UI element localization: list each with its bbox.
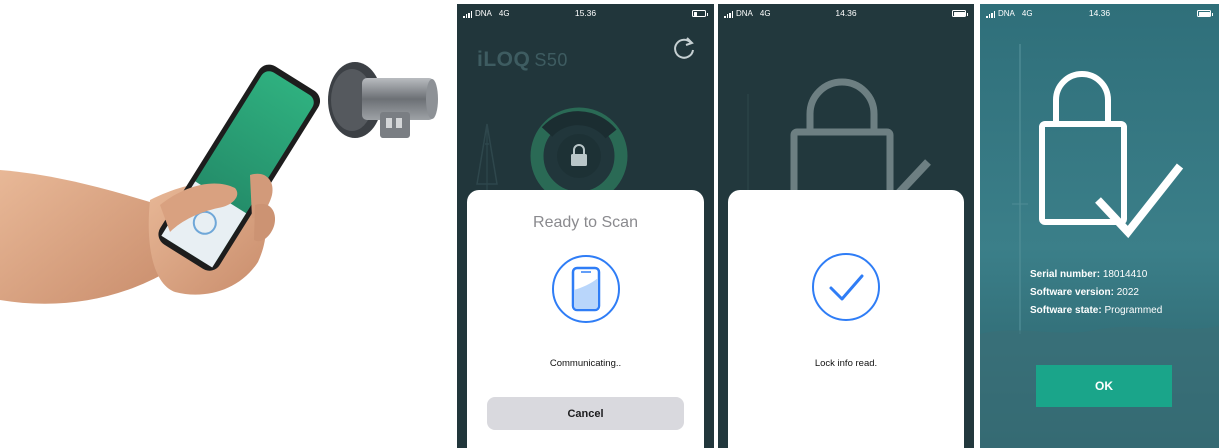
lock-check-icon: [1039, 71, 1184, 239]
nfc-scan-sheet: Ready to Scan Communicating.. Cancel: [467, 190, 704, 448]
phone-screen-lock-details: DNA 4G 14.36 Serial number: 18014410 Sof…: [980, 4, 1219, 448]
checkmark-circle-icon: [812, 253, 880, 321]
software-state-row: Software state: Programmed: [1030, 302, 1162, 320]
scan-status-text: Lock info read.: [814, 358, 878, 369]
lock-status-ring: [530, 107, 628, 204]
phone-screen-lock-info-read: DNA 4G 14.36 Lock info read.: [718, 4, 974, 448]
cancel-button[interactable]: Cancel: [487, 397, 684, 430]
info-value: Programmed: [1104, 305, 1163, 316]
phone-screen-ready-to-scan: DNA 4G 15.36 iLOQ S50 Ready to Scan Commu…: [457, 4, 714, 448]
sheet-title: Ready to Scan: [533, 214, 638, 231]
scan-status-text: Communicating..: [549, 358, 622, 369]
info-value: 18014410: [1102, 269, 1148, 280]
info-label: Software version:: [1030, 287, 1114, 298]
lock-outline-background: [790, 78, 931, 204]
ok-button[interactable]: OK: [1036, 365, 1172, 407]
hand-phone-lock-illustration: [0, 0, 455, 448]
info-value: 2022: [1116, 287, 1139, 298]
info-label: Serial number:: [1030, 269, 1101, 280]
nfc-scan-sheet: Lock info read.: [728, 190, 964, 448]
hand-phone-lock-image: [0, 62, 438, 304]
lock-info-list: Serial number: 18014410 Software version…: [1030, 266, 1162, 320]
info-label: Software state:: [1030, 305, 1102, 316]
software-version-row: Software version: 2022: [1030, 284, 1162, 302]
serial-number-row: Serial number: 18014410: [1030, 266, 1162, 284]
phone-scan-icon: [551, 255, 620, 323]
